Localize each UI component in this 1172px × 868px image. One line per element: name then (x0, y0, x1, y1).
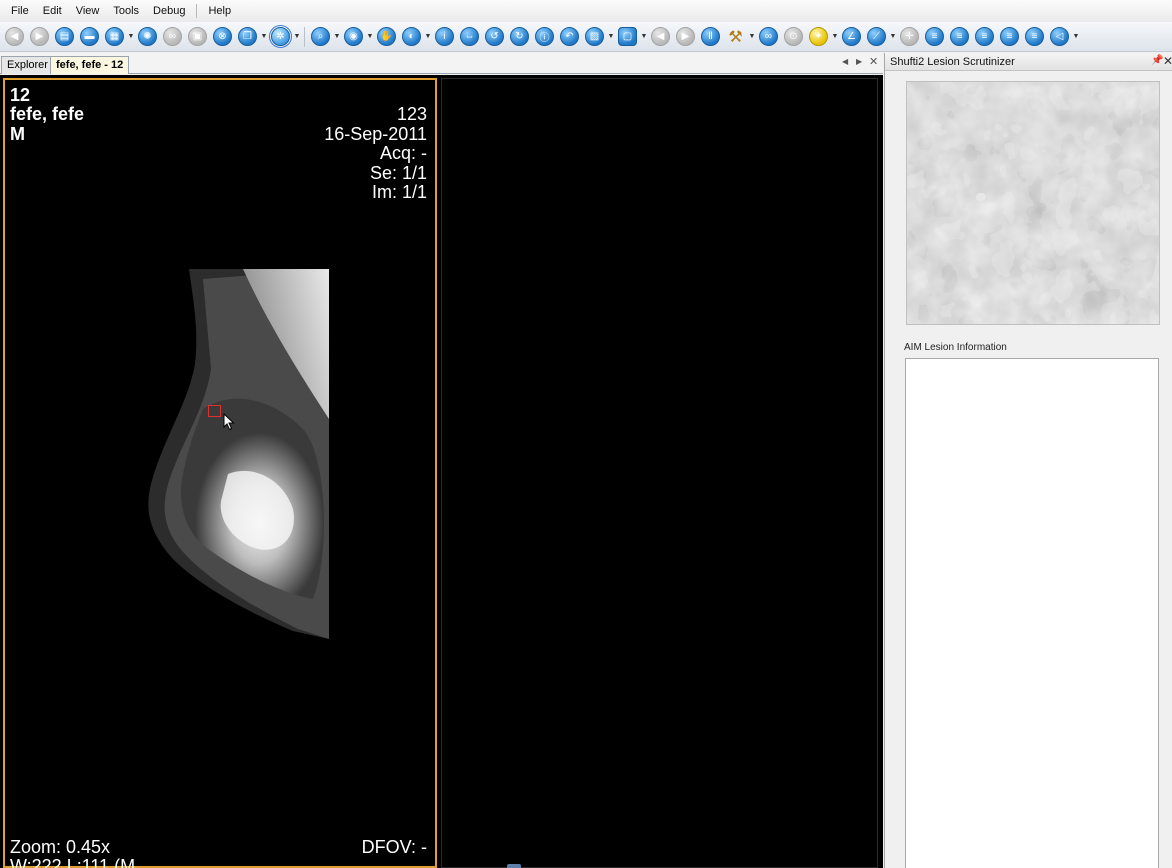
frame-dropdown-icon[interactable]: ▼ (640, 33, 648, 40)
back-icon[interactable]: ◀ (5, 27, 24, 46)
dfov-readout: DFOV: - (361, 837, 427, 857)
menu-bar: File Edit View Tools Debug Help (0, 0, 1172, 22)
tab-viewer[interactable]: fefe, fefe - 12 (50, 56, 130, 74)
compare-icon[interactable]: ⊙ (784, 27, 803, 46)
layout-grid-icon[interactable]: ▦ (105, 27, 124, 46)
roi-marker[interactable] (208, 405, 221, 417)
close-icon[interactable]: ✕ (1163, 54, 1172, 68)
menu-view[interactable]: View (69, 0, 107, 22)
layer-5-icon[interactable]: ≡ (1025, 27, 1044, 46)
flip-horizontal-icon[interactable]: ⇔ (460, 27, 479, 46)
zoom-icon[interactable]: ⌕ (311, 27, 330, 46)
mammogram-image[interactable] (143, 269, 329, 639)
menu-edit[interactable]: Edit (36, 0, 69, 22)
layer-1-icon[interactable]: ≡ (925, 27, 944, 46)
rotate-right-icon[interactable]: ↻ (510, 27, 529, 46)
image-box-left[interactable]: 12 fefe, fefe M 123 16-Sep-2011 Acq: - S… (3, 78, 437, 868)
hammer-icon[interactable]: ⚒ (726, 27, 745, 46)
window-level-readout: W:222 L:111 (M (10, 856, 136, 868)
crosshair-icon[interactable]: ✛ (900, 27, 919, 46)
image-index: Im: 1/1 (371, 182, 427, 202)
probe-icon[interactable]: ⅰ (435, 27, 454, 46)
stack-icon[interactable]: ◐ (402, 27, 421, 46)
settings-dropdown-icon[interactable]: ▼ (293, 33, 301, 40)
link-icon[interactable]: ∞ (163, 27, 182, 46)
frame-icon[interactable]: ▢ (618, 27, 637, 46)
previous-icon[interactable]: ◀ (651, 27, 670, 46)
document-tab-strip: Explorer fefe, fefe - 12 ◀ ▶ ✕ (0, 53, 883, 74)
lightbulb-dropdown-icon[interactable]: ▼ (831, 33, 839, 40)
lesion-thumbnail (906, 81, 1160, 325)
stack-dropdown-icon[interactable]: ▼ (424, 33, 432, 40)
ruler-icon[interactable]: ⟋ (867, 27, 886, 46)
ruler-dropdown-icon[interactable]: ▼ (889, 33, 897, 40)
print-icon[interactable]: ▣ (188, 27, 207, 46)
share-icon[interactable]: ◁ (1050, 27, 1069, 46)
pan-hand-icon[interactable]: ✋ (377, 27, 396, 46)
layout-row-icon[interactable]: ▬ (80, 27, 99, 46)
magnifier-dropdown-icon[interactable]: ▼ (366, 33, 374, 40)
layout-dropdown-icon[interactable]: ▼ (127, 33, 135, 40)
info-icon[interactable]: ⓘ (535, 27, 554, 46)
study-id: 123 (396, 104, 427, 124)
aim-lesion-label: AIM Lesion Information (904, 342, 1007, 353)
zoom-readout: Zoom: 0.45x (10, 837, 111, 857)
copy-icon[interactable]: ❐ (238, 27, 257, 46)
glasses-icon[interactable]: ∞ (759, 27, 778, 46)
panel-title-bar: Shufti2 Lesion Scrutinizer 📌 ✕ (885, 53, 1172, 71)
cine-icon[interactable]: Ⅱ (701, 27, 720, 46)
zoom-dropdown-icon[interactable]: ▼ (333, 33, 341, 40)
image-dropdown-icon[interactable]: ▼ (607, 33, 615, 40)
tab-scroll-right-icon[interactable]: ▶ (856, 57, 862, 66)
tab-explorer[interactable]: Explorer (1, 56, 54, 74)
play-icon[interactable]: ▶ (676, 27, 695, 46)
sync-icon[interactable]: ✺ (138, 27, 157, 46)
settings-gear-icon[interactable]: ✲ (269, 25, 292, 48)
share-dropdown-icon[interactable]: ▼ (1072, 33, 1080, 40)
layer-2-icon[interactable]: ≡ (950, 27, 969, 46)
lesion-texture-image (907, 82, 1159, 324)
rotate-left-icon[interactable]: ↺ (485, 27, 504, 46)
panel-title: Shufti2 Lesion Scrutinizer (890, 56, 1015, 68)
angle-icon[interactable]: ∠ (842, 27, 861, 46)
image-box-right[interactable] (441, 78, 878, 868)
lightbulb-icon[interactable]: ✦ (809, 27, 828, 46)
copy-dropdown-icon[interactable]: ▼ (260, 33, 268, 40)
mouse-cursor-icon (223, 413, 235, 431)
close-icon[interactable]: ✕ (869, 55, 878, 68)
layer-3-icon[interactable]: ≡ (975, 27, 994, 46)
menu-help[interactable]: Help (201, 0, 238, 22)
acquisition: Acq: - (379, 143, 427, 163)
patient-id: 12 (10, 85, 31, 105)
menu-file[interactable]: File (4, 0, 36, 22)
scroll-thumb[interactable] (507, 864, 521, 868)
toolbar-separator (304, 26, 305, 47)
menu-tools[interactable]: Tools (106, 0, 146, 22)
lesion-scrutinizer-panel: Shufti2 Lesion Scrutinizer 📌 ✕ AIM Lesio… (884, 53, 1172, 868)
menu-debug[interactable]: Debug (146, 0, 192, 22)
main-toolbar: ◀ ▶ ▤ ▬ ▦ ▼ ✺ ∞ ▣ ⊗ ❐ ▼ ✲ ▼ ⌕ ▼ ◉ ▼ ✋ ◐ … (0, 22, 1172, 52)
menu-separator (196, 4, 198, 18)
hammer-dropdown-icon[interactable]: ▼ (748, 33, 756, 40)
series-index: Se: 1/1 (369, 163, 427, 183)
patient-name: fefe, fefe (10, 104, 85, 124)
patient-sex: M (10, 124, 25, 144)
undo-icon[interactable]: ↶ (560, 27, 579, 46)
clipboard-icon[interactable]: ▤ (55, 27, 74, 46)
image-icon[interactable]: ▨ (585, 27, 604, 46)
study-date: 16-Sep-2011 (324, 124, 427, 144)
tab-scroll-left-icon[interactable]: ◀ (842, 57, 848, 66)
reset-icon[interactable]: ⊗ (213, 27, 232, 46)
layer-4-icon[interactable]: ≡ (1000, 27, 1019, 46)
aim-lesion-info-box[interactable] (905, 358, 1159, 868)
pin-icon[interactable]: 📌 (1151, 55, 1163, 66)
image-viewer: 12 fefe, fefe M 123 16-Sep-2011 Acq: - S… (0, 75, 883, 868)
magnifier-icon[interactable]: ◉ (344, 27, 363, 46)
forward-icon[interactable]: ▶ (30, 27, 49, 46)
